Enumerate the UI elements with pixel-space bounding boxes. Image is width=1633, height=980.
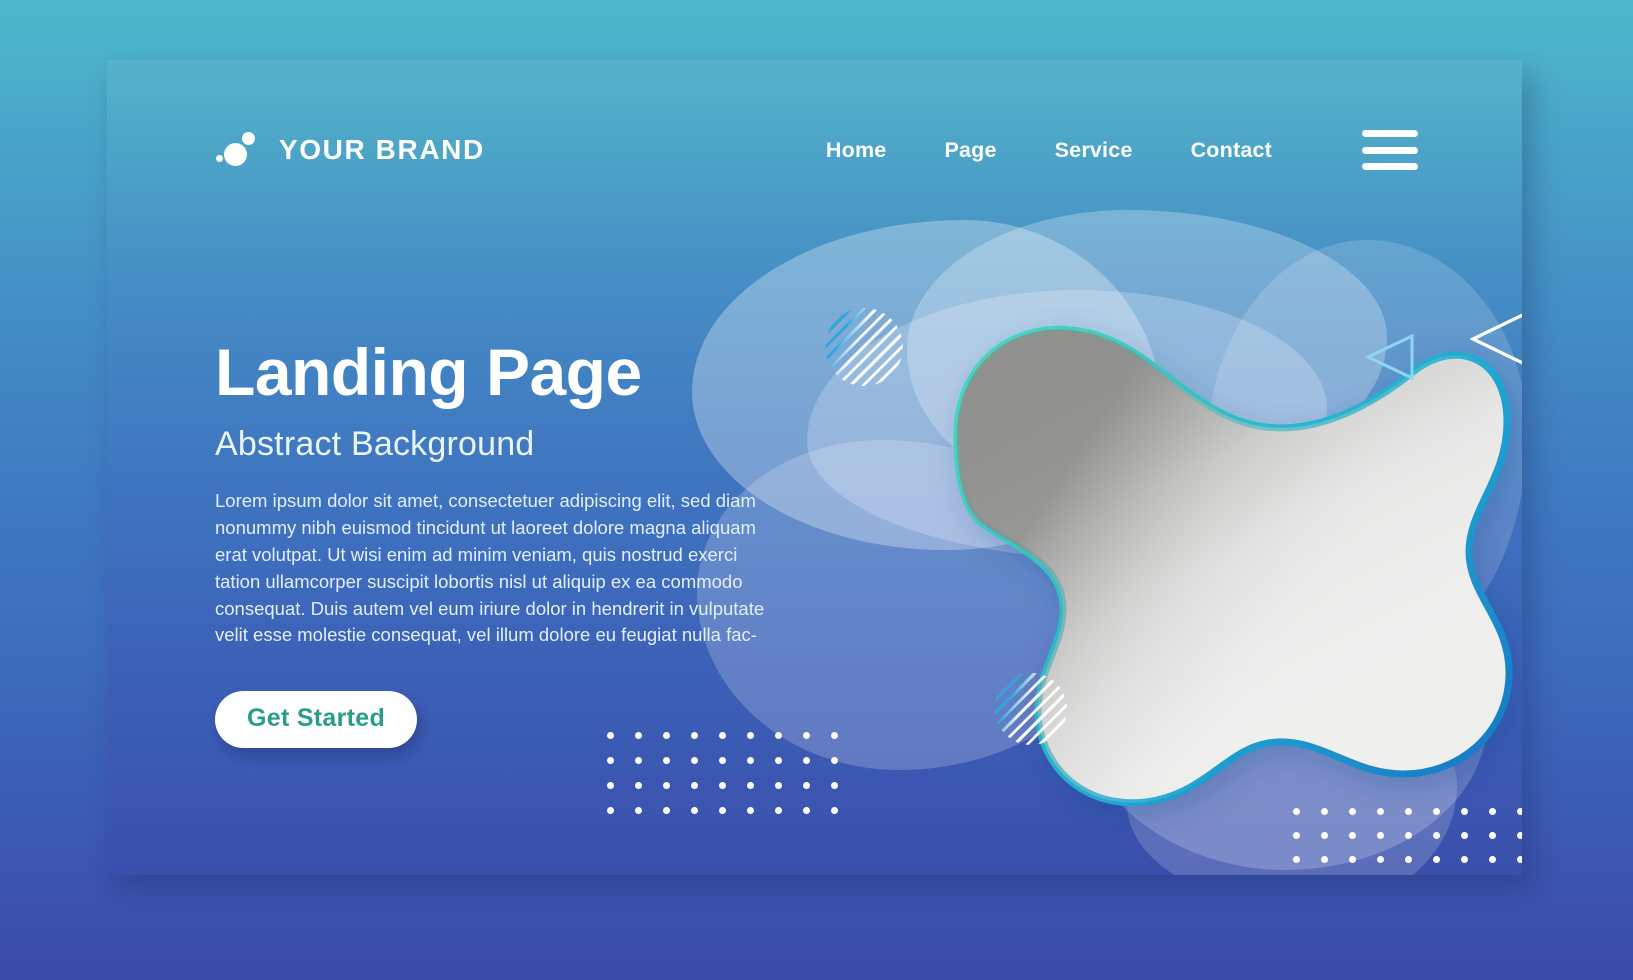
site-header: YOUR BRAND Home Page Service Contact: [107, 60, 1522, 240]
grid-dot: [719, 782, 726, 789]
grid-dot: [1349, 856, 1356, 863]
grid-dot: [1321, 856, 1328, 863]
grid-dot: [691, 757, 698, 764]
dot-grid-right: [1293, 808, 1522, 875]
striped-circle-icon-bottom: [995, 673, 1067, 745]
grid-dot: [1433, 856, 1440, 863]
grid-dot: [1489, 856, 1496, 863]
grid-dot: [775, 782, 782, 789]
triangle-outline-icon-large: [1469, 306, 1522, 372]
grid-dot: [831, 782, 838, 789]
grid-dot: [607, 807, 614, 814]
main-navigation: Home Page Service Contact: [826, 130, 1418, 170]
nav-item-page[interactable]: Page: [944, 138, 996, 163]
grid-dot: [1377, 856, 1384, 863]
grid-dot: [1461, 856, 1468, 863]
grid-dot: [1517, 832, 1522, 839]
grid-dot: [1377, 832, 1384, 839]
grid-dot: [635, 757, 642, 764]
grid-dot: [1349, 832, 1356, 839]
striped-circle-icon-top: [825, 308, 903, 386]
grid-dot: [1321, 808, 1328, 815]
decorative-blob-6: [1207, 240, 1522, 660]
grid-dot: [663, 807, 670, 814]
grid-dot: [747, 757, 754, 764]
nav-item-home[interactable]: Home: [826, 138, 887, 163]
grid-dot: [1433, 832, 1440, 839]
grid-dot: [775, 807, 782, 814]
page-stage: YOUR BRAND Home Page Service Contact Lan…: [0, 0, 1633, 980]
grid-dot: [691, 782, 698, 789]
grid-dot: [831, 807, 838, 814]
decorative-blob-7: [1127, 680, 1457, 875]
grid-dot: [747, 782, 754, 789]
grid-dot: [1293, 832, 1300, 839]
page-title: Landing Page: [215, 335, 642, 409]
grid-dot: [1349, 808, 1356, 815]
grid-dot: [607, 782, 614, 789]
grid-dot: [607, 757, 614, 764]
grid-dot: [719, 757, 726, 764]
grid-dot: [663, 757, 670, 764]
hamburger-menu-icon[interactable]: [1362, 130, 1418, 170]
grid-dot: [803, 782, 810, 789]
grid-dot: [635, 782, 642, 789]
grid-dot: [1405, 808, 1412, 815]
nav-item-contact[interactable]: Contact: [1191, 138, 1272, 163]
grid-dot: [691, 807, 698, 814]
grid-dot: [803, 807, 810, 814]
hero-card: YOUR BRAND Home Page Service Contact Lan…: [107, 60, 1522, 875]
triangle-outline-icon-small: [1364, 332, 1415, 382]
grid-dot: [831, 732, 838, 739]
grid-dot: [831, 757, 838, 764]
grid-dot: [1489, 808, 1496, 815]
grid-dot: [1433, 808, 1440, 815]
grid-dot: [775, 757, 782, 764]
grid-dot: [747, 807, 754, 814]
page-subtitle: Abstract Background: [215, 425, 535, 464]
grid-dot: [1517, 856, 1522, 863]
hero-description: Lorem ipsum dolor sit amet, consectetuer…: [215, 490, 765, 646]
grid-dot: [635, 807, 642, 814]
grid-dot: [719, 807, 726, 814]
grid-dot: [1405, 832, 1412, 839]
grid-dot: [663, 782, 670, 789]
three-circles-icon: [215, 130, 263, 170]
grid-dot: [1461, 832, 1468, 839]
grid-dot: [1517, 808, 1522, 815]
brand-name: YOUR BRAND: [279, 134, 485, 165]
abstract-blob-artwork: [807, 240, 1522, 875]
get-started-button[interactable]: Get Started: [215, 691, 418, 749]
hero-content: Landing Page Abstract Background Lorem i…: [215, 335, 815, 749]
grid-dot: [803, 757, 810, 764]
decorative-blob-5: [1067, 530, 1487, 870]
grid-dot: [1293, 856, 1300, 863]
brand-logo[interactable]: YOUR BRAND: [215, 130, 485, 170]
grid-dot: [1293, 808, 1300, 815]
grid-dot: [1377, 808, 1384, 815]
grid-dot: [1461, 808, 1468, 815]
grid-dot: [1405, 856, 1412, 863]
decorative-blob-2: [907, 210, 1387, 500]
grid-dot: [1489, 832, 1496, 839]
grid-dot: [1321, 832, 1328, 839]
nav-item-service[interactable]: Service: [1055, 138, 1133, 163]
decorative-blob-3: [807, 290, 1327, 560]
